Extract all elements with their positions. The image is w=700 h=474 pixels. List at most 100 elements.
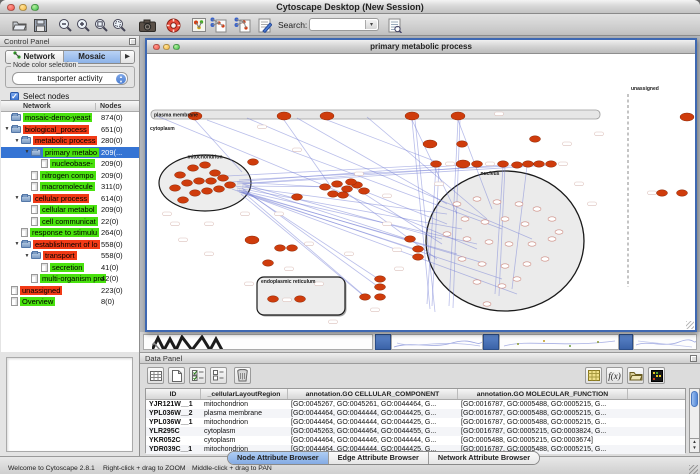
tab-network-attribute-browser[interactable]: Network Attribute Browser <box>429 452 539 464</box>
expander-icon[interactable]: ▼ <box>13 241 21 247</box>
network-canvas[interactable]: plasma membranecytoplasmmitochondrionnuc… <box>147 54 695 330</box>
scrollbar-thumb[interactable] <box>691 391 698 407</box>
expander-icon[interactable]: ▼ <box>13 138 21 144</box>
network-node[interactable] <box>375 284 386 290</box>
network-view-window[interactable]: primary metabolic process plasma membran… <box>145 38 697 332</box>
network-node[interactable] <box>170 185 181 191</box>
network-node[interactable] <box>413 246 424 252</box>
network-node[interactable] <box>523 161 534 167</box>
table-scrollbar[interactable]: ▲▼ <box>689 388 700 453</box>
resize-grip-icon[interactable] <box>686 321 694 329</box>
table-row[interactable]: YLR295Ccytoplasm[GO:0045263, GO:0044464,… <box>146 427 685 436</box>
network-node[interactable] <box>320 112 334 120</box>
delete-attribute-icon[interactable] <box>234 367 251 384</box>
snapshot-icon[interactable] <box>138 16 156 34</box>
table-row[interactable]: YKR052Ccytoplasm[GO:0044464, GO:0044446,… <box>146 436 685 445</box>
network-node[interactable] <box>360 294 371 300</box>
float-panel-icon[interactable] <box>690 355 697 362</box>
network-node[interactable] <box>375 294 386 300</box>
network-node[interactable] <box>292 194 303 200</box>
expander-icon[interactable]: ▼ <box>3 126 11 132</box>
tree-row[interactable]: mosaic-demo-yeast874(0) <box>1 112 139 124</box>
network-node[interactable] <box>512 162 523 168</box>
network-node[interactable] <box>498 161 509 167</box>
column-header[interactable]: ID <box>146 389 201 399</box>
background-window-fragment[interactable] <box>143 334 373 350</box>
tree-header[interactable]: Network Nodes <box>1 101 139 112</box>
network-node[interactable] <box>338 192 349 198</box>
background-window-fragment[interactable] <box>633 334 697 350</box>
network-node[interactable] <box>534 161 545 167</box>
network-node[interactable] <box>677 190 688 196</box>
network-node[interactable] <box>359 188 370 194</box>
network-node[interactable] <box>346 179 357 185</box>
network-node[interactable] <box>546 161 557 167</box>
compartment-plasma-membrane[interactable] <box>151 110 600 119</box>
network-node[interactable] <box>200 162 211 168</box>
network-node[interactable] <box>530 136 541 142</box>
node-color-select[interactable]: transporter activity ▲▼ <box>12 72 128 85</box>
column-header[interactable]: _cellularLayoutRegion <box>201 389 288 399</box>
function-builder-icon[interactable]: f(x) <box>606 367 623 384</box>
network-node[interactable] <box>182 180 193 186</box>
zoom-fit-icon[interactable] <box>92 16 110 34</box>
network-tool-2-icon[interactable] <box>233 16 251 34</box>
network-node[interactable] <box>210 170 221 176</box>
network-node[interactable] <box>423 140 437 148</box>
network-node[interactable] <box>225 182 236 188</box>
search-dropdown-icon[interactable]: ▾ <box>365 20 377 29</box>
network-node[interactable] <box>405 112 419 120</box>
annotation-icon[interactable] <box>256 16 274 34</box>
network-node[interactable] <box>218 175 229 181</box>
network-node[interactable] <box>178 197 189 203</box>
float-panel-icon[interactable] <box>129 38 136 45</box>
network-node[interactable] <box>295 296 306 302</box>
tabs-overflow-arrow[interactable]: ▶ <box>121 51 134 63</box>
unselect-all-attributes-icon[interactable] <box>210 367 227 384</box>
expander-icon[interactable]: ▼ <box>23 253 31 259</box>
attribute-table-header[interactable]: ID_cellularLayoutRegionannotation.GO CEL… <box>146 389 685 400</box>
open-icon[interactable] <box>10 16 28 34</box>
expander-icon[interactable]: ▼ <box>23 149 31 155</box>
network-node[interactable] <box>206 178 217 184</box>
table-row[interactable]: YPL036W__2plasma membrane[GO:0044464, GO… <box>146 409 685 418</box>
scrollbar-arrows-icon[interactable]: ▲▼ <box>690 438 699 452</box>
vizmapper-icon[interactable] <box>190 16 208 34</box>
tab-node-attribute-browser[interactable]: Node Attribute Browser <box>228 452 329 464</box>
network-node[interactable] <box>451 112 465 120</box>
select-all-attributes-icon[interactable] <box>189 367 206 384</box>
tree-row[interactable]: response to stimulu264(0) <box>1 227 139 239</box>
network-node[interactable] <box>456 160 470 168</box>
tree-row[interactable]: cell communicat22(0) <box>1 216 139 228</box>
network-node[interactable] <box>194 178 205 184</box>
network-node[interactable] <box>328 191 339 197</box>
attribute-select-icon[interactable] <box>147 367 164 384</box>
network-node[interactable] <box>268 296 279 302</box>
open-attribute-file-icon[interactable] <box>627 367 644 384</box>
help-icon[interactable] <box>164 16 182 34</box>
network-node[interactable] <box>680 113 694 121</box>
network-node[interactable] <box>413 254 424 260</box>
network-node[interactable] <box>472 161 483 167</box>
combo-stepper-icon[interactable]: ▲▼ <box>116 74 126 85</box>
column-header[interactable]: annotation.GO MOLECULAR_FUNCTION <box>458 389 628 399</box>
network-node[interactable] <box>245 236 259 244</box>
table-row[interactable]: YPL036W__1mitochondrion[GO:0044464, GO:0… <box>146 418 685 427</box>
tree-row[interactable]: cellular metabol209(0) <box>1 204 139 216</box>
tree-row[interactable]: ▼cellular process614(0) <box>1 193 139 205</box>
window-titlebar[interactable]: Cytoscape Desktop (New Session) <box>0 0 700 14</box>
tree-row[interactable]: nucleobase-209(0) <box>1 158 139 170</box>
network-window-titlebar[interactable]: primary metabolic process <box>147 40 695 54</box>
network-node[interactable] <box>188 165 199 171</box>
new-attribute-icon[interactable] <box>168 367 185 384</box>
network-node[interactable] <box>287 245 298 251</box>
tree-row[interactable]: ▼metabolic process280(0) <box>1 135 139 147</box>
network-node[interactable] <box>342 186 353 192</box>
save-icon[interactable] <box>31 16 49 34</box>
network-node[interactable] <box>214 186 225 192</box>
search-input[interactable]: ▾ <box>309 18 379 31</box>
tree-row[interactable]: secretion41(0) <box>1 262 139 274</box>
tree-row[interactable]: nitrogen compo209(0) <box>1 170 139 182</box>
network-node[interactable] <box>248 159 259 165</box>
network-node[interactable] <box>275 245 286 251</box>
